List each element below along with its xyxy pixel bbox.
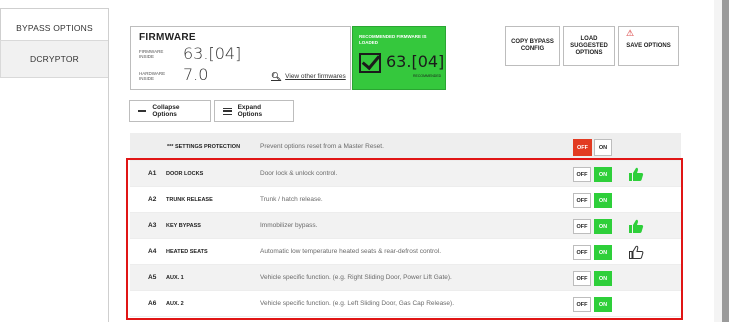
option-description: Automatic low temperature heated seats &… bbox=[260, 248, 442, 255]
option-name: TRUNK RELEASE bbox=[166, 196, 213, 203]
option-name: DOOR LOCKS bbox=[166, 170, 204, 177]
load-suggested-options-button[interactable]: LOAD SUGGESTED OPTIONS bbox=[563, 26, 615, 66]
warning-icon: ⚠ bbox=[626, 28, 635, 38]
save-options-label: SAVE OPTIONS bbox=[626, 42, 671, 49]
thumbs-up-icon[interactable] bbox=[628, 166, 644, 182]
search-icon: 🔍︎ bbox=[271, 72, 282, 81]
option-row-a6: A6 AUX. 2 Vehicle specific function. (e.… bbox=[130, 291, 681, 317]
on-button[interactable]: ON bbox=[594, 245, 612, 260]
hardware-inside-value: 7.0 bbox=[183, 65, 209, 84]
on-button[interactable]: ON bbox=[594, 219, 612, 234]
view-firmwares-label[interactable]: View other firmwares bbox=[285, 73, 346, 80]
firmware-box: FIRMWARE FIRMWARE INSIDE 63.[04] HARDWAR… bbox=[130, 26, 351, 90]
off-button[interactable]: OFF bbox=[573, 219, 591, 234]
collapse-options-button[interactable]: Collapse Options bbox=[129, 100, 211, 122]
side-tabs: BYPASS OPTIONS DCRYPTOR bbox=[0, 0, 108, 322]
option-row-a3: A3 KEY BYPASS Immobilizer bypass. OFF ON bbox=[130, 213, 681, 239]
option-row-a1: A1 DOOR LOCKS Door lock & unlock control… bbox=[130, 161, 681, 187]
expand-options-button[interactable]: Expand Options bbox=[214, 100, 294, 122]
option-code: A2 bbox=[148, 196, 157, 203]
firmware-inside-label: FIRMWARE INSIDE bbox=[139, 49, 164, 59]
on-button[interactable]: ON bbox=[594, 271, 612, 286]
thumbs-up-outline-icon[interactable] bbox=[628, 244, 644, 260]
option-description: Door lock & unlock control. bbox=[260, 170, 338, 177]
copy-bypass-config-label: COPY BYPASS CONFIG bbox=[511, 39, 554, 52]
option-description: Prevent options reset from a Master Rese… bbox=[260, 143, 384, 150]
option-name: HEATED SEATS bbox=[166, 248, 208, 255]
collapse-icon bbox=[138, 110, 147, 112]
option-description: Vehicle specific function. (e.g. Left Sl… bbox=[260, 300, 455, 307]
option-description: Trunk / hatch release. bbox=[260, 196, 323, 203]
load-suggested-options-label: LOAD SUGGESTED OPTIONS bbox=[570, 35, 608, 56]
recommended-title: RECOMMENDED FIRMWARE IS LOADED bbox=[359, 34, 427, 45]
scrollbar[interactable] bbox=[722, 0, 729, 322]
recommended-firmware-box: RECOMMENDED FIRMWARE IS LOADED 63.[04] R… bbox=[352, 26, 446, 90]
option-name: KEY BYPASS bbox=[166, 222, 201, 229]
copy-bypass-config-button[interactable]: COPY BYPASS CONFIG bbox=[505, 26, 560, 66]
option-code: A3 bbox=[148, 222, 157, 229]
option-code: A6 bbox=[148, 300, 157, 307]
hardware-inside-label: HARDWARE INSIDE bbox=[139, 71, 166, 81]
off-button[interactable]: OFF bbox=[573, 139, 592, 156]
save-options-button[interactable]: ⚠ SAVE OPTIONS bbox=[618, 26, 679, 66]
settings-protection-row: *** SETTINGS PROTECTION Prevent options … bbox=[130, 133, 681, 161]
option-description: Vehicle specific function. (e.g. Right S… bbox=[260, 274, 452, 281]
thumbs-up-icon[interactable] bbox=[628, 218, 644, 234]
options-table: *** SETTINGS PROTECTION Prevent options … bbox=[130, 133, 681, 317]
option-description: Immobilizer bypass. bbox=[260, 222, 318, 229]
tab-dcryptor[interactable]: DCRYPTOR bbox=[0, 40, 108, 78]
checkbox-checked-icon bbox=[359, 53, 381, 73]
firmware-title: FIRMWARE bbox=[139, 32, 196, 43]
option-name: *** SETTINGS PROTECTION bbox=[167, 143, 241, 150]
view-firmwares-link[interactable]: 🔍︎ View other firmwares bbox=[271, 72, 346, 81]
on-button[interactable]: ON bbox=[594, 297, 612, 312]
recommended-sub: RECOMMENDED bbox=[413, 74, 442, 78]
scroll-gutter bbox=[714, 0, 722, 322]
expand-options-label: Expand Options bbox=[237, 104, 263, 118]
expand-icon bbox=[223, 107, 232, 115]
option-code: A1 bbox=[148, 170, 157, 177]
option-code: A4 bbox=[148, 248, 157, 255]
on-button[interactable]: ON bbox=[594, 139, 612, 156]
option-name: AUX. 2 bbox=[166, 300, 184, 307]
on-button[interactable]: ON bbox=[594, 167, 612, 182]
option-row-a2: A2 TRUNK RELEASE Trunk / hatch release. … bbox=[130, 187, 681, 213]
option-row-a5: A5 AUX. 1 Vehicle specific function. (e.… bbox=[130, 265, 681, 291]
off-button[interactable]: OFF bbox=[573, 193, 591, 208]
collapse-options-label: Collapse Options bbox=[152, 104, 180, 118]
firmware-inside-value: 63.[04] bbox=[183, 44, 242, 63]
off-button[interactable]: OFF bbox=[573, 167, 591, 182]
off-button[interactable]: OFF bbox=[573, 271, 591, 286]
off-button[interactable]: OFF bbox=[573, 245, 591, 260]
option-row-a4: A4 HEATED SEATS Automatic low temperatur… bbox=[130, 239, 681, 265]
recommended-value: 63.[04] bbox=[386, 52, 445, 71]
option-code: A5 bbox=[148, 274, 157, 281]
option-name: AUX. 1 bbox=[166, 274, 184, 281]
off-button[interactable]: OFF bbox=[573, 297, 591, 312]
on-button[interactable]: ON bbox=[594, 193, 612, 208]
